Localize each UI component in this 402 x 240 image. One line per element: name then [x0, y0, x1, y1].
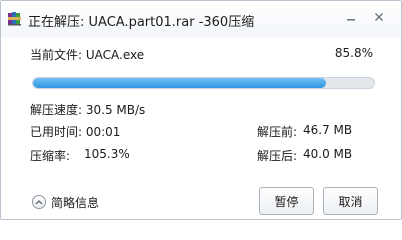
cancel-button[interactable]: 取消: [323, 187, 378, 215]
ratio-label: 压缩率:: [30, 149, 71, 163]
winrar-books-icon: [8, 12, 21, 26]
close-icon: [375, 13, 383, 21]
current-file-label: 当前文件: UACA.exe: [30, 48, 145, 62]
size-after-value: 40.0 MB: [303, 147, 353, 161]
progress-fill: [33, 78, 326, 88]
window-title: 正在解压: UACA.part01.rar -360压缩: [28, 15, 255, 30]
title-bar[interactable]: 正在解压: UACA.part01.rar -360压缩: [1, 1, 401, 37]
chevron-up-circle-icon: [32, 195, 46, 209]
speed-text: 解压速度: 30.5 MB/s: [30, 103, 146, 117]
dialog-body: 当前文件: UACA.exe 85.8% 解压速度: 30.5 MB/s 已用时…: [1, 37, 401, 221]
size-before-value: 46.7 MB: [303, 123, 353, 137]
extract-dialog: 正在解压: UACA.part01.rar -360压缩 当前文件: UACA.…: [0, 0, 402, 220]
divider: [1, 175, 401, 176]
detail-toggle-label: 简略信息: [51, 195, 100, 210]
size-before-label: 解压前:: [257, 125, 298, 139]
elapsed-text: 已用时间: 00:01: [30, 125, 121, 139]
minimize-button[interactable]: [341, 8, 361, 26]
detail-toggle[interactable]: 简略信息: [32, 194, 99, 210]
size-after-label: 解压后:: [257, 149, 298, 163]
ratio-value: 105.3%: [84, 147, 130, 161]
progress-percent: 85.8%: [334, 46, 373, 60]
pause-button[interactable]: 暂停: [259, 187, 314, 215]
close-button[interactable]: [369, 8, 389, 26]
progress-bar: [32, 77, 375, 89]
minimize-icon: [347, 19, 355, 21]
